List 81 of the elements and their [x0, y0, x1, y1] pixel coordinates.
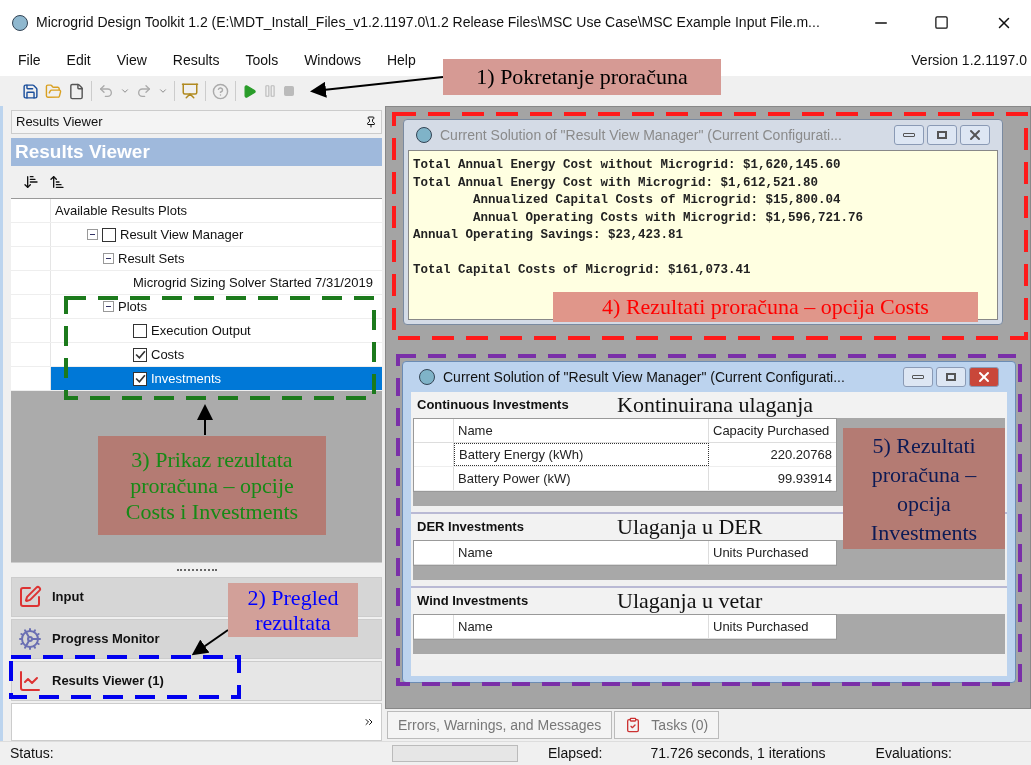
menu-item[interactable]: Results	[172, 50, 220, 71]
output-line: Total Annual Energy Cost without Microgrid: $1,620,145.60	[413, 157, 841, 174]
status-label: Status:	[10, 744, 55, 763]
window-title: Microgrid Design Toolkit 1.2 (E:\MDT_Install_Files_v1.2.1197.0\1.2 Release Files\MSC Use Case\MSC Example Input File.m...	[36, 13, 821, 32]
close-button[interactable]	[960, 125, 990, 145]
window-title: Current Solution of "Result View Manager" (Current Configurati...	[443, 367, 846, 387]
section-title: Wind Investments	[417, 592, 530, 611]
app-icon	[416, 127, 432, 143]
output-line: Annual Operating Savings: $23,423.81	[413, 227, 684, 244]
output-line: Total Capital Costs of Microgrid: $161,073.41	[413, 261, 751, 278]
annotation-tooltip: 2) Pregled rezultata	[228, 583, 358, 637]
close-button[interactable]	[969, 367, 999, 387]
table-cell: Battery Energy (kWh)	[454, 443, 709, 466]
run-icon[interactable]	[242, 83, 257, 99]
menu-item[interactable]: Tools	[245, 50, 279, 71]
collapse-icon[interactable]	[103, 253, 114, 264]
section-title: DER Investments	[417, 518, 525, 537]
restore-button[interactable]	[936, 367, 966, 387]
maximize-icon[interactable]	[934, 15, 949, 30]
output-line: Annualized Capital Costs of Microgrid: $15,800.04	[473, 192, 841, 209]
evaluations-label: Evaluations:	[875, 744, 952, 763]
annotation-tooltip: 1) Pokretanje proračuna	[443, 59, 721, 95]
menu-item[interactable]: File	[18, 50, 41, 71]
collapse-icon[interactable]	[103, 301, 114, 312]
arrow	[197, 404, 213, 436]
column-header[interactable]: Units Purchased	[709, 615, 836, 638]
close-icon	[976, 369, 992, 385]
collapse-icon[interactable]	[87, 229, 98, 240]
save-icon[interactable]	[22, 82, 39, 100]
nav-button[interactable]: Results Viewer (1)	[11, 661, 382, 701]
app-icon	[12, 14, 28, 31]
column-header[interactable]: Name	[454, 419, 709, 442]
arrow	[191, 629, 229, 656]
section-title: Continuous Investments	[417, 396, 570, 415]
column-header[interactable]: Name	[454, 615, 709, 638]
output-line: Total Annual Energy Cost with Microgrid: $1,612,521.80	[413, 174, 819, 191]
form-edit-icon	[18, 585, 42, 609]
elapsed-value: 71.726 seconds, 1 iterations	[650, 744, 826, 763]
app-icon	[419, 369, 435, 385]
checkbox[interactable]	[102, 227, 116, 242]
annotation-label: Ulaganja u DER	[617, 515, 763, 539]
version-label: Version 1.2.1197.0	[911, 51, 1027, 70]
annotation-tooltip: 3) Prikaz rezultata proračuna – opcije Costs i Investments	[98, 436, 326, 535]
pane-title: Results Viewer	[16, 113, 104, 132]
annotation-tooltip: 5) Rezultati proračuna – opcija Investments	[843, 428, 1005, 549]
new-file-icon[interactable]	[68, 82, 85, 100]
column-header[interactable]: Name	[454, 541, 709, 564]
checkbox[interactable]	[133, 323, 147, 338]
pin-icon[interactable]	[365, 116, 377, 128]
panel-header: Results Viewer	[11, 138, 382, 166]
bottom-tab[interactable]: Tasks (0)	[614, 711, 720, 739]
output-line: Annual Operating Costs with Microgrid: $1,596,721.76	[473, 209, 864, 226]
column-header[interactable]: Units Purchased	[709, 541, 836, 564]
annotation-tooltip: 4) Rezultati proračuna – opcija Costs	[553, 292, 978, 322]
expand-all-icon[interactable]	[23, 174, 39, 190]
minimize-button[interactable]	[894, 125, 924, 145]
presentation-icon[interactable]	[181, 82, 199, 100]
annotation-label: Kontinuirana ulaganja	[617, 393, 814, 417]
column-header[interactable]: Capacity Purchased	[709, 419, 836, 442]
restore-button[interactable]	[927, 125, 957, 145]
annotation-label: Ulaganja u vetar	[617, 589, 763, 613]
chevron-icon[interactable]	[363, 716, 375, 728]
window-title: Current Solution of "Result View Manager" (Current Configurati...	[440, 125, 843, 145]
table-cell-text: 220.20768	[769, 445, 833, 464]
tree-item[interactable]: Investments	[51, 367, 382, 390]
menu-item[interactable]: Help	[386, 50, 416, 71]
collapse-all-icon[interactable]	[49, 174, 65, 190]
checkbox[interactable]	[133, 347, 147, 362]
menu-item[interactable]: Windows	[304, 50, 361, 71]
line-chart-icon	[18, 669, 42, 693]
bottom-tab[interactable]: Errors, Warnings, and Messages	[387, 711, 613, 739]
checkbox[interactable]	[133, 371, 147, 386]
elapsed-label: Elapsed:	[548, 744, 603, 763]
close-icon	[967, 127, 983, 143]
gears-icon	[18, 627, 42, 651]
tasks-icon	[625, 717, 642, 733]
table-cell: Battery Power (kW)	[454, 467, 709, 490]
menu-item[interactable]: View	[116, 50, 147, 71]
minimize-button[interactable]	[903, 367, 933, 387]
menu-item[interactable]: Edit	[66, 50, 91, 71]
table-cell-text: 99.93914	[776, 469, 833, 488]
